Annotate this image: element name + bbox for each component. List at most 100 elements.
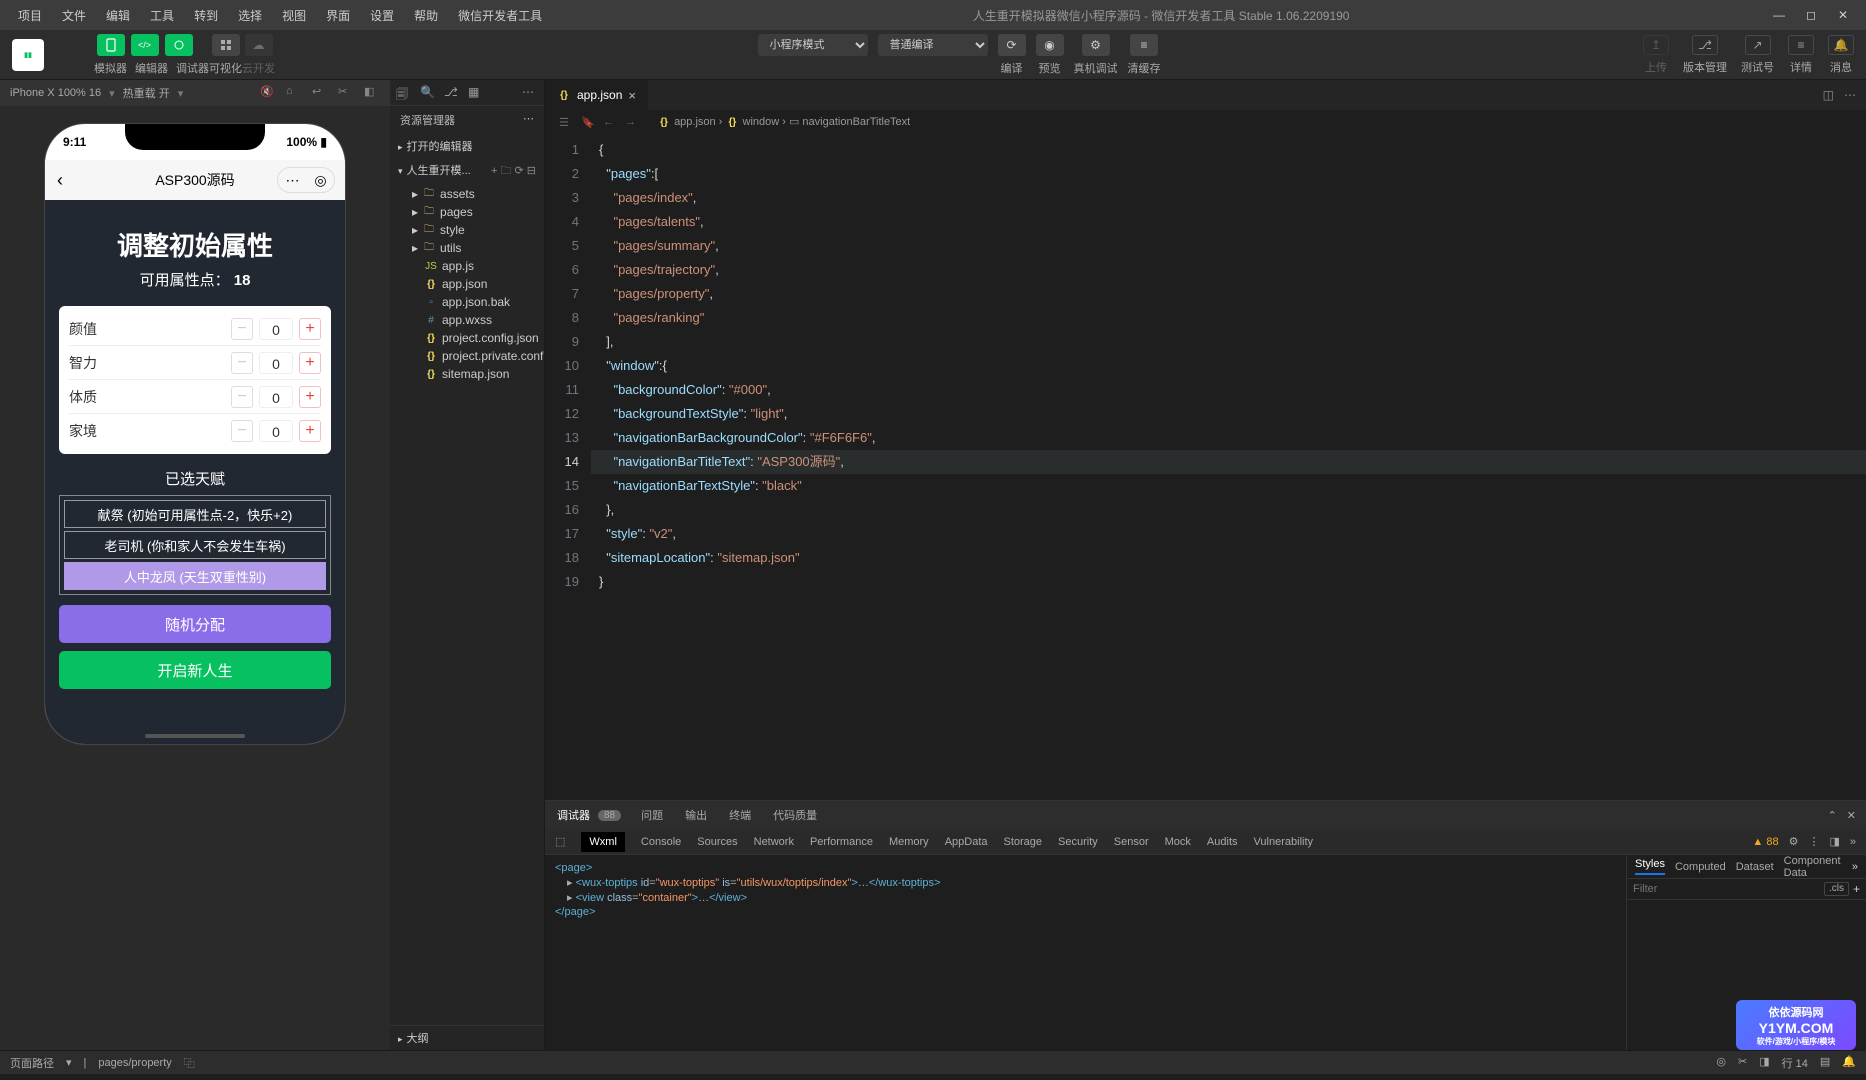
- tab-wxml[interactable]: Wxml: [581, 832, 625, 852]
- prop-value[interactable]: 0: [259, 420, 293, 442]
- kebab-icon[interactable]: ⋮: [1808, 835, 1819, 848]
- scissors-icon[interactable]: ✂: [1738, 1055, 1747, 1071]
- ext-icon[interactable]: ▦: [468, 85, 484, 101]
- inspect-icon[interactable]: ⬚: [555, 835, 565, 848]
- warning-badge[interactable]: ▲ 88: [1752, 836, 1778, 848]
- tb-visual[interactable]: 可视化: [209, 34, 242, 76]
- minus-button[interactable]: −: [231, 420, 253, 442]
- tb-msg[interactable]: 🔔消息: [1828, 35, 1854, 75]
- gear-icon[interactable]: ⚙: [1789, 835, 1799, 848]
- prop-value[interactable]: 0: [259, 318, 293, 340]
- project-section[interactable]: 人生重开模... + 🗀 ⟳ ⊟: [390, 158, 544, 185]
- talent-item-0[interactable]: 献祭 (初始可用属性点-2，快乐+2): [64, 500, 326, 528]
- tb-clear[interactable]: ≡清缓存: [1128, 34, 1161, 76]
- file-app-wxss[interactable]: #app.wxss: [394, 311, 544, 329]
- menu-edit[interactable]: 编辑: [96, 3, 140, 28]
- dock-icon[interactable]: ◨: [1829, 835, 1839, 848]
- tab-computed[interactable]: Computed: [1675, 861, 1726, 873]
- file-sitemap[interactable]: sitemap.json: [394, 365, 544, 383]
- tab-storage[interactable]: Storage: [1004, 836, 1043, 848]
- menu-tool[interactable]: 工具: [140, 3, 184, 28]
- tab-compdata[interactable]: Component Data: [1784, 855, 1842, 879]
- outline-section[interactable]: 大纲: [390, 1025, 544, 1050]
- popout-icon[interactable]: ◨: [1759, 1055, 1769, 1071]
- tab-vulnerability[interactable]: Vulnerability: [1254, 836, 1314, 848]
- tab-performance[interactable]: Performance: [810, 836, 873, 848]
- back-icon[interactable]: ↩: [312, 85, 328, 101]
- menu-ui[interactable]: 界面: [316, 3, 360, 28]
- tab-console[interactable]: Console: [641, 836, 681, 848]
- tb-preview[interactable]: ◉预览: [1036, 34, 1064, 76]
- bell-icon[interactable]: 🔔: [1842, 1055, 1856, 1071]
- plus-button[interactable]: +: [299, 318, 321, 340]
- menu-help[interactable]: 帮助: [404, 3, 448, 28]
- folder-pages[interactable]: ▸🗀pages: [394, 203, 544, 221]
- tab-styles[interactable]: Styles: [1635, 858, 1665, 875]
- tb-detail[interactable]: ≡详情: [1788, 35, 1814, 75]
- layout-icon[interactable]: ▤: [1820, 1055, 1830, 1071]
- talent-item-2[interactable]: 人中龙凤 (天生双重性别): [64, 562, 326, 590]
- tab-security[interactable]: Security: [1058, 836, 1098, 848]
- device-select[interactable]: iPhone X 100% 16: [10, 87, 101, 99]
- folder-assets[interactable]: ▸🗀assets: [394, 185, 544, 203]
- tab-problems[interactable]: 问题: [639, 801, 665, 829]
- tb-version[interactable]: ⎇版本管理: [1683, 35, 1727, 75]
- close-icon[interactable]: ×: [628, 88, 636, 103]
- minus-button[interactable]: −: [231, 352, 253, 374]
- cut-icon[interactable]: ✂: [338, 85, 354, 101]
- cursor-position[interactable]: 行 14: [1782, 1055, 1808, 1071]
- tb-cloud[interactable]: ☁ 云开发: [242, 34, 275, 76]
- menu-project[interactable]: 项目: [8, 3, 52, 28]
- minus-button[interactable]: −: [231, 318, 253, 340]
- file-project-private[interactable]: project.private.config.js...: [394, 347, 544, 365]
- tb-compile[interactable]: ⟳编译: [998, 34, 1026, 76]
- tab-sources[interactable]: Sources: [697, 836, 737, 848]
- menu-goto[interactable]: 转到: [184, 3, 228, 28]
- file-app-js[interactable]: JSapp.js: [394, 257, 544, 275]
- minimize-button[interactable]: —: [1770, 6, 1788, 24]
- chevron-up-icon[interactable]: ⌃: [1828, 809, 1837, 822]
- page-path[interactable]: pages/property: [98, 1057, 171, 1069]
- reload-toggle[interactable]: 热重载 开: [123, 85, 170, 101]
- tab-debugger[interactable]: 调试器: [555, 801, 592, 829]
- tab-network[interactable]: Network: [754, 836, 794, 848]
- plus-button[interactable]: +: [299, 352, 321, 374]
- tb-real[interactable]: ⚙真机调试: [1074, 34, 1118, 76]
- copy-icon[interactable]: ⿻: [184, 1055, 195, 1071]
- split-icon[interactable]: ◫: [1823, 88, 1834, 102]
- folder-utils[interactable]: ▸🗀utils: [394, 239, 544, 257]
- mute-icon[interactable]: 🔇: [260, 85, 276, 101]
- arrow-right-icon[interactable]: →: [625, 116, 641, 128]
- prop-value[interactable]: 0: [259, 352, 293, 374]
- popout-icon[interactable]: ◧: [364, 85, 380, 101]
- more-icon[interactable]: ⋯: [1844, 88, 1856, 102]
- list-icon[interactable]: ☰: [559, 116, 575, 129]
- capsule-button[interactable]: ⋯◎: [277, 167, 335, 193]
- search-icon[interactable]: 🔍: [420, 85, 436, 101]
- tab-mock[interactable]: Mock: [1165, 836, 1191, 848]
- folder-style[interactable]: ▸🗀style: [394, 221, 544, 239]
- filter-input[interactable]: [1633, 882, 1824, 896]
- menu-select[interactable]: 选择: [228, 3, 272, 28]
- file-project-config[interactable]: project.config.json: [394, 329, 544, 347]
- tb-upload[interactable]: ↥上传: [1643, 35, 1669, 75]
- maximize-button[interactable]: ◻: [1802, 6, 1820, 24]
- bookmark-icon[interactable]: 🔖: [581, 116, 597, 129]
- tb-simulator[interactable]: </> 模拟器编辑器调试器: [94, 34, 209, 76]
- tab-audits[interactable]: Audits: [1207, 836, 1238, 848]
- compile-select[interactable]: 普通编译: [878, 34, 988, 56]
- tab-output[interactable]: 输出: [683, 801, 709, 829]
- menu-file[interactable]: 文件: [52, 3, 96, 28]
- random-button[interactable]: 随机分配: [59, 605, 331, 643]
- talent-item-1[interactable]: 老司机 (你和家人不会发生车祸): [64, 531, 326, 559]
- tab-app-json[interactable]: app.json×: [545, 80, 649, 110]
- prop-value[interactable]: 0: [259, 386, 293, 408]
- menu-wx[interactable]: 微信开发者工具: [448, 3, 552, 28]
- dom-tree[interactable]: <page> ▸ <wux-toptips id="wux-toptips" i…: [545, 855, 1626, 1050]
- plus-icon[interactable]: +: [1853, 882, 1860, 896]
- cls-button[interactable]: .cls: [1824, 882, 1849, 896]
- file-app-json[interactable]: app.json: [394, 275, 544, 293]
- menu-settings[interactable]: 设置: [360, 3, 404, 28]
- plus-button[interactable]: +: [299, 420, 321, 442]
- target-icon[interactable]: ◎: [1716, 1055, 1726, 1071]
